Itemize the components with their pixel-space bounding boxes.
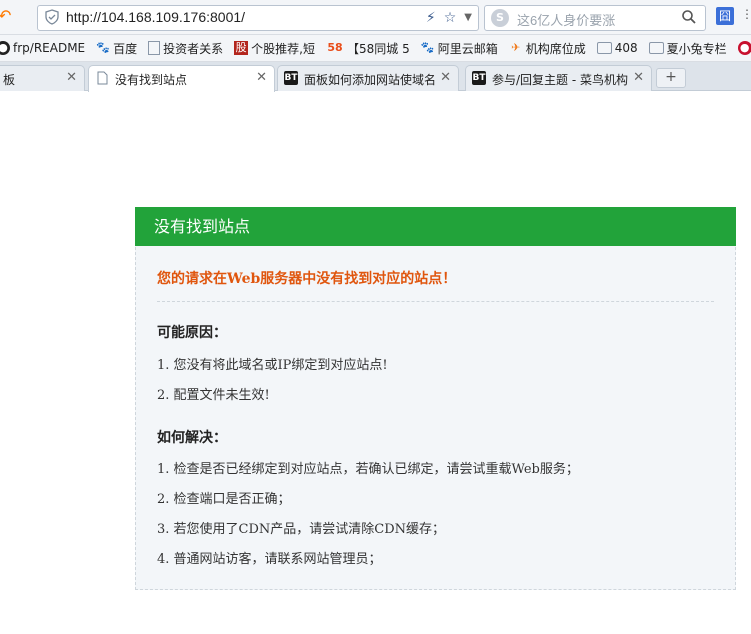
bookmark-baidu[interactable]: 🐾 百度 bbox=[96, 40, 137, 57]
bird-icon: ✈ bbox=[511, 41, 521, 54]
page-icon bbox=[97, 71, 108, 85]
bookmark-label: 投资者关系 bbox=[163, 41, 224, 56]
solution-item: 3. 若您使用了CDN产品，请尝试清除CDN缓存； bbox=[157, 522, 446, 537]
shield-icon bbox=[45, 9, 59, 25]
tab-label: 参与/回复主题 - 菜鸟机构 bbox=[492, 73, 629, 87]
58-icon: 58 bbox=[327, 41, 343, 54]
bookmark-label: 夏小兔专栏 bbox=[666, 41, 727, 56]
solution-item: 1. 检查是否已经绑定到对应站点，若确认已绑定，请尝试重载Web服务； bbox=[157, 462, 579, 477]
page-icon bbox=[148, 41, 161, 55]
star-icon[interactable]: ☆ bbox=[444, 9, 457, 27]
folder-icon bbox=[596, 42, 612, 54]
error-message: 您的请求在Web服务器中没有找到对应的站点！ bbox=[157, 271, 457, 287]
url-field[interactable]: http://104.168.109.176:8001/ ⚡ ☆ ▼ bbox=[37, 5, 479, 31]
bookmark-label: 【58同城 5 bbox=[346, 41, 410, 56]
aliyun-paw-icon: 🐾 bbox=[420, 41, 435, 54]
reasons-title: 可能原因： bbox=[157, 325, 227, 341]
bookmark-investor[interactable]: 投资者关系 bbox=[148, 40, 223, 57]
not-found-panel: 没有找到站点 您的请求在Web服务器中没有找到对应的站点！ 可能原因： 1. 您… bbox=[135, 207, 736, 590]
tab-label: 没有找到站点 bbox=[115, 73, 188, 87]
close-icon[interactable]: ✕ bbox=[630, 70, 644, 85]
bookmark-label: 百度 bbox=[113, 41, 138, 56]
reason-item: 2. 配置文件未生效! bbox=[157, 388, 270, 403]
tab-reply[interactable]: BT 参与/回复主题 - 菜鸟机构 ✕ bbox=[465, 65, 652, 91]
tab-label: 板 bbox=[3, 73, 16, 87]
bookmark-408[interactable]: 408 bbox=[596, 41, 638, 55]
bookmark-frp[interactable]: ● frp/README bbox=[0, 41, 85, 55]
dropdown-icon[interactable]: ▼ bbox=[464, 9, 472, 27]
bookmark-label: frp/README bbox=[13, 41, 86, 55]
tab-bt-panel[interactable]: BT 面板如何添加网站使域名 ✕ bbox=[277, 65, 459, 91]
search-icon[interactable] bbox=[681, 9, 697, 25]
extension-icon[interactable]: 囧 bbox=[716, 7, 734, 25]
url-text[interactable]: http://104.168.109.176:8001/ bbox=[66, 9, 245, 25]
stock-icon: 股 bbox=[234, 41, 249, 55]
close-icon[interactable]: ✕ bbox=[256, 70, 267, 85]
bookmark-label: 408 bbox=[614, 41, 638, 55]
bookmark-more[interactable]: ● bbox=[737, 41, 751, 55]
close-icon[interactable]: ✕ bbox=[437, 70, 451, 85]
tab-strip: 板 ✕ 没有找到站点 ✕ BT 面板如何添加网站使域名 ✕ BT 参与/回复主题… bbox=[0, 62, 751, 92]
search-placeholder: 这6亿人身价要涨 bbox=[517, 13, 616, 28]
address-toolbar: ↶ http://104.168.109.176:8001/ ⚡ ☆ ▼ S 这… bbox=[0, 0, 751, 35]
bookmark-label: 阿里云邮箱 bbox=[437, 41, 498, 56]
bt-icon: BT bbox=[284, 71, 298, 85]
bookmark-label: 个股推荐,短 bbox=[251, 41, 315, 56]
search-box[interactable]: S 这6亿人身价要涨 bbox=[484, 5, 706, 31]
panel-header: 没有找到站点 bbox=[135, 207, 736, 246]
back-icon[interactable]: ↶ bbox=[0, 7, 16, 25]
bookmark-58[interactable]: 58 【58同城 5 bbox=[326, 40, 410, 57]
reason-item: 1. 您没有将此域名或IP绑定到对应站点! bbox=[157, 358, 388, 373]
baidu-paw-icon: 🐾 bbox=[96, 41, 110, 54]
new-tab-button[interactable]: + bbox=[656, 68, 686, 88]
lightning-icon[interactable]: ⚡ bbox=[426, 9, 436, 27]
bookmark-aliyun[interactable]: 🐾 阿里云邮箱 bbox=[421, 40, 498, 57]
bookmarks-bar: ● frp/README 🐾 百度 投资者关系 股 个股推荐,短 58 【58同… bbox=[0, 35, 751, 62]
solution-item: 2. 检查端口是否正确； bbox=[157, 492, 291, 507]
panel-title: 没有找到站点 bbox=[154, 217, 251, 236]
bookmark-institution[interactable]: ✈ 机构席位成 bbox=[509, 40, 586, 57]
github-icon: ● bbox=[0, 41, 10, 55]
bookmark-xiaxiaotu[interactable]: 夏小兔专栏 bbox=[648, 40, 727, 57]
solutions-title: 如何解决： bbox=[157, 430, 227, 446]
close-icon[interactable]: ✕ bbox=[66, 70, 77, 85]
tab-not-found[interactable]: 没有找到站点 ✕ bbox=[88, 65, 275, 92]
search-engine-logo-icon[interactable]: S bbox=[491, 9, 509, 27]
bookmark-label: 机构席位成 bbox=[525, 41, 586, 56]
divider bbox=[157, 301, 714, 302]
folder-icon bbox=[648, 42, 664, 54]
menu-icon[interactable]: ⋮ bbox=[741, 7, 751, 25]
tab-partial[interactable]: 板 ✕ bbox=[0, 65, 85, 91]
solution-item: 4. 普通网站访客，请联系网站管理员； bbox=[157, 552, 382, 567]
bookmark-stock[interactable]: 股 个股推荐,短 bbox=[234, 40, 315, 57]
more-icon: ● bbox=[737, 41, 751, 55]
tab-label: 面板如何添加网站使域名 bbox=[304, 73, 437, 87]
bt-icon: BT bbox=[472, 71, 486, 85]
